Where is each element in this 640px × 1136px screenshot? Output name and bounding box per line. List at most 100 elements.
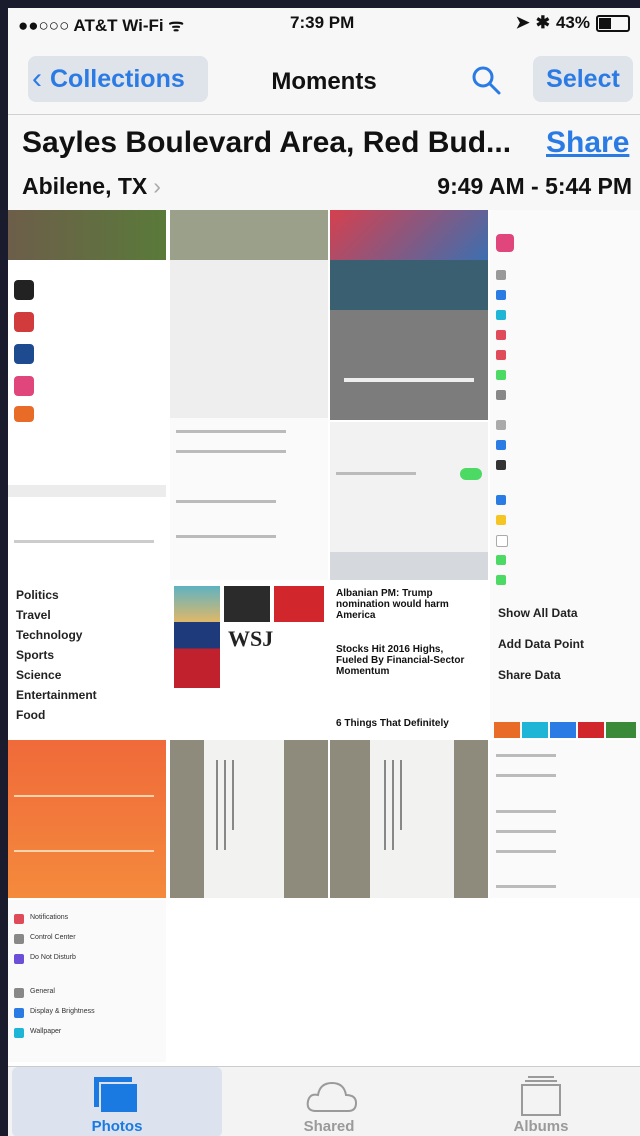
chart-line bbox=[14, 795, 154, 797]
news-category-list: Politics Travel Technology Sports Scienc… bbox=[8, 588, 166, 738]
settings-icon bbox=[496, 515, 506, 525]
share-button[interactable]: Share bbox=[546, 126, 629, 160]
divider bbox=[8, 114, 640, 115]
settings-label: Control Center bbox=[30, 934, 76, 941]
list-item: Politics bbox=[16, 588, 59, 602]
tab-albums[interactable]: Albums bbox=[436, 1067, 640, 1136]
workout-app-icon bbox=[494, 722, 520, 738]
settings-icon bbox=[14, 954, 24, 964]
tab-photos[interactable]: Photos bbox=[12, 1067, 222, 1136]
settings-panel bbox=[170, 418, 328, 580]
photo-floor-image bbox=[8, 210, 166, 260]
tab-shared[interactable]: Shared bbox=[224, 1067, 434, 1136]
settings-icon bbox=[14, 1008, 24, 1018]
battery-percent: 43% bbox=[555, 13, 590, 32]
news-headline: 6 Things That Definitely bbox=[336, 718, 449, 729]
workout-app-icon bbox=[606, 722, 636, 738]
settings-icon bbox=[496, 495, 506, 505]
photo-thumbnail-8[interactable] bbox=[8, 740, 166, 898]
photo-thumbnail-4[interactable] bbox=[330, 210, 488, 420]
chevron-right-icon: › bbox=[153, 173, 161, 199]
photo-thumbnail-12[interactable]: Notifications Control Center Do Not Dist… bbox=[8, 900, 166, 1062]
photo-grid: Politics Travel Technology Sports Scienc… bbox=[8, 210, 640, 1070]
text-line bbox=[336, 472, 416, 475]
settings-label: Notifications bbox=[30, 914, 69, 921]
receipt-text bbox=[384, 760, 386, 850]
moment-location[interactable]: Sayles Boulevard Area, Red Bud... bbox=[22, 126, 511, 160]
settings-icon bbox=[496, 575, 506, 585]
photo-thumbnail-5[interactable] bbox=[330, 422, 488, 580]
wsj-logo: WSJ bbox=[228, 626, 274, 651]
app-icon bbox=[14, 376, 34, 396]
photo-thumbnail-2[interactable] bbox=[170, 210, 328, 580]
flag-image bbox=[174, 622, 220, 688]
list-item: Technology bbox=[16, 628, 83, 642]
health-action: Share Data bbox=[498, 668, 561, 682]
settings-icon bbox=[496, 440, 506, 450]
photos-screen: ●●○○○ AT&T Wi-Fi ᯤ 7:39 PM ➤ ✱ 43% ‹ Col… bbox=[8, 8, 640, 1136]
battery-icon bbox=[596, 14, 630, 32]
settings-icon bbox=[496, 330, 506, 340]
settings-icon bbox=[496, 390, 506, 400]
settings-icon bbox=[496, 350, 506, 360]
text-line bbox=[496, 754, 556, 757]
receipt-text bbox=[232, 760, 234, 830]
albums-icon bbox=[521, 1076, 561, 1116]
text-line bbox=[176, 535, 276, 538]
receipt-text bbox=[392, 760, 394, 850]
chart-line bbox=[14, 850, 154, 852]
settings-icon bbox=[496, 290, 506, 300]
workout-app-icon bbox=[578, 722, 604, 738]
cloud-icon bbox=[306, 1081, 358, 1112]
tab-bar: Photos Shared Albums bbox=[8, 1066, 640, 1136]
wallpaper-image bbox=[330, 260, 488, 310]
text-line bbox=[176, 500, 276, 503]
photo-thumbnail-10[interactable] bbox=[330, 740, 488, 898]
photo-thumbnail-1[interactable]: Politics Travel Technology Sports Scienc… bbox=[8, 210, 166, 738]
app-icon bbox=[14, 280, 34, 300]
text-line bbox=[496, 850, 556, 853]
settings-icon bbox=[14, 988, 24, 998]
carrier-label: ●●○○○ AT&T Wi-Fi ᯤ bbox=[18, 16, 184, 35]
homescreen-image bbox=[330, 210, 488, 260]
status-time: 7:39 PM bbox=[290, 13, 355, 32]
settings-label: Display & Brightness bbox=[30, 1008, 95, 1015]
text-line bbox=[496, 810, 556, 813]
keyboard-image bbox=[330, 552, 488, 580]
photo-outdoor-image bbox=[170, 210, 328, 260]
receipt-text bbox=[224, 760, 226, 850]
photo-thumbnail-7[interactable]: Show All Data Add Data Point Share Data bbox=[490, 210, 640, 738]
navigation-bar: ‹ Collections Moments Select bbox=[8, 46, 640, 110]
photo-thumbnail-3[interactable]: WSJ bbox=[170, 582, 328, 738]
news-headline: Stocks Hit 2016 Highs, Fueled By Financi… bbox=[336, 644, 465, 677]
settings-icon bbox=[496, 270, 506, 280]
city-label: Abilene, TX bbox=[22, 173, 148, 199]
settings-icon bbox=[496, 460, 506, 470]
status-right: ➤ ✱ 43% bbox=[515, 13, 630, 33]
select-button[interactable]: Select bbox=[533, 56, 633, 102]
photo-thumbnail-11[interactable] bbox=[490, 740, 640, 898]
app-icon bbox=[14, 312, 34, 332]
list-item: Entertainment bbox=[16, 688, 97, 702]
text-line bbox=[14, 540, 154, 543]
photo-thumbnail-6[interactable]: Albanian PM: Trump nomination would harm… bbox=[330, 582, 488, 738]
search-icon[interactable] bbox=[470, 64, 502, 96]
news-headline: Albanian PM: Trump nomination would harm… bbox=[336, 588, 449, 621]
section-gap bbox=[8, 485, 166, 497]
photo-thumbnail-9[interactable] bbox=[170, 740, 328, 898]
moment-city[interactable]: Abilene, TX › bbox=[22, 173, 161, 200]
tab-shared-label: Shared bbox=[303, 1118, 355, 1135]
status-bar: ●●○○○ AT&T Wi-Fi ᯤ 7:39 PM ➤ ✱ 43% bbox=[8, 8, 640, 38]
health-action: Add Data Point bbox=[498, 637, 584, 651]
text-line bbox=[176, 430, 286, 433]
list-item: Sports bbox=[16, 648, 55, 662]
settings-label: Do Not Disturb bbox=[30, 954, 76, 961]
tab-albums-label: Albums bbox=[513, 1118, 569, 1135]
app-icon bbox=[14, 406, 34, 422]
location-arrow-icon: ➤ bbox=[515, 13, 530, 32]
text-line bbox=[176, 450, 286, 453]
settings-icon bbox=[496, 535, 508, 547]
settings-icon bbox=[14, 1028, 24, 1038]
settings-icon bbox=[14, 934, 24, 944]
bluetooth-icon: ✱ bbox=[535, 13, 550, 32]
